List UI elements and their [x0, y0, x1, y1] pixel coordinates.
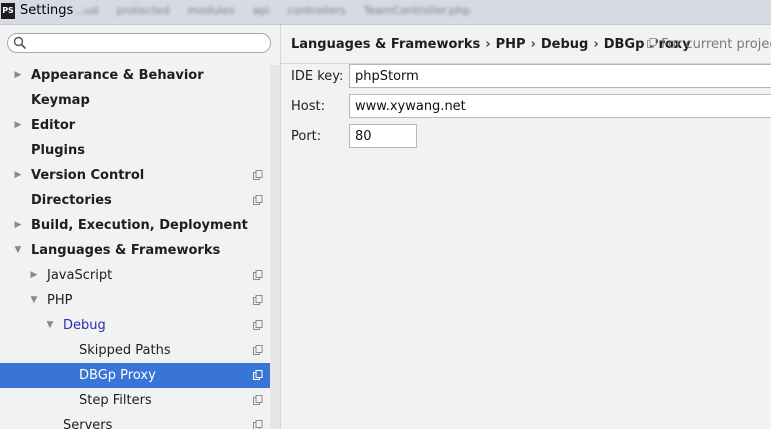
sidebar-item-label: Build, Execution, Deployment: [31, 218, 248, 233]
search-input[interactable]: [30, 35, 270, 53]
sidebar-item-step-filters[interactable]: Step Filters: [0, 388, 280, 413]
breadcrumb-separator: ›: [485, 37, 491, 52]
sidebar-item-dbgp-proxy[interactable]: DBGp Proxy: [0, 363, 280, 388]
sidebar-item-label: Appearance & Behavior: [31, 68, 204, 83]
sidebar-item-editor[interactable]: ▶ Editor: [0, 113, 280, 138]
sidebar-item-label: Step Filters: [79, 393, 152, 408]
ide-key-field[interactable]: [349, 64, 771, 88]
project-scope-icon: [253, 170, 263, 180]
expand-right-icon[interactable]: ▶: [13, 163, 23, 188]
sidebar-item-label: Debug: [63, 318, 106, 333]
scope-note-text: For current project: [661, 37, 771, 52]
sidebar-scrollbar[interactable]: [270, 65, 280, 429]
breadcrumb-separator: ›: [530, 37, 536, 52]
sidebar-item-label: Editor: [31, 118, 76, 133]
breadcrumb-item: Debug: [540, 37, 589, 52]
sidebar-item-php[interactable]: ▼ PHP: [0, 288, 280, 313]
sidebar-item-label: JavaScript: [47, 268, 113, 283]
sidebar-item-label: Version Control: [31, 168, 145, 183]
sidebar-item-label: Keymap: [31, 93, 90, 108]
sidebar-item-keymap[interactable]: Keymap: [0, 88, 280, 113]
project-scope-icon: [647, 38, 657, 48]
search-icon: [13, 36, 27, 50]
background-tab[interactable]: TeamController.php: [360, 4, 475, 17]
project-scope-icon: [253, 370, 263, 380]
sidebar-item-servers[interactable]: Servers: [0, 413, 280, 429]
scope-note: For current project: [647, 37, 771, 52]
sidebar-item-build-execution-deployment[interactable]: ▶ Build, Execution, Deployment: [0, 213, 280, 238]
project-scope-icon: [253, 320, 263, 330]
sidebar-item-label: Skipped Paths: [79, 343, 171, 358]
port-field[interactable]: [349, 124, 417, 148]
sidebar-item-label: DBGp Proxy: [79, 368, 156, 383]
host-label: Host:: [291, 99, 325, 114]
port-label: Port:: [291, 129, 322, 144]
sidebar-item-skipped-paths[interactable]: Skipped Paths: [0, 338, 280, 363]
background-tab[interactable]: protected: [112, 4, 173, 17]
sidebar-item-label: Directories: [31, 193, 112, 208]
sidebar-item-plugins[interactable]: Plugins: [0, 138, 280, 163]
project-scope-icon: [253, 270, 263, 280]
background-tab[interactable]: controllers: [283, 4, 349, 17]
ide-key-label: IDE key:: [291, 69, 344, 84]
background-editor-tabs: ...ud protected modules api controllers TeamC…: [70, 4, 474, 17]
breadcrumb: Languages & Frameworks › PHP › Debug › DBGp Pr…: [291, 37, 691, 52]
project-scope-icon: [253, 295, 263, 305]
title-bar: PS Settings ...ud protected modules api cont…: [0, 0, 771, 25]
breadcrumb-item: PHP: [495, 37, 526, 52]
sidebar-item-appearance-behavior[interactable]: ▶ Appearance & Behavior: [0, 63, 280, 88]
expand-right-icon[interactable]: ▶: [13, 213, 23, 238]
expand-down-icon[interactable]: ▼: [13, 238, 23, 263]
expand-down-icon[interactable]: ▼: [29, 288, 39, 313]
expand-down-icon[interactable]: ▼: [45, 313, 55, 338]
project-scope-icon: [253, 395, 263, 405]
background-tab[interactable]: api: [249, 4, 274, 17]
project-scope-icon: [253, 345, 263, 355]
sidebar-item-version-control[interactable]: ▶ Version Control: [0, 163, 280, 188]
sidebar-item-debug[interactable]: ▼ Debug: [0, 313, 280, 338]
breadcrumb-item: Languages & Frameworks: [291, 37, 481, 52]
expand-right-icon[interactable]: ▶: [13, 63, 23, 88]
sidebar-item-label: Servers: [63, 418, 113, 429]
sidebar-item-directories[interactable]: Directories: [0, 188, 280, 213]
window-title: Settings: [20, 3, 74, 18]
background-tab[interactable]: ...ud: [70, 4, 102, 17]
project-scope-icon: [253, 420, 263, 429]
phpstorm-logo-icon: PS: [1, 3, 15, 19]
sidebar-item-languages-frameworks[interactable]: ▼ Languages & Frameworks: [0, 238, 280, 263]
sidebar-item-label: Languages & Frameworks: [31, 243, 221, 258]
background-tab[interactable]: modules: [184, 4, 239, 17]
expand-right-icon[interactable]: ▶: [29, 263, 39, 288]
settings-content: Languages & Frameworks › PHP › Debug › DBGp Pr…: [281, 25, 771, 429]
search-box[interactable]: [7, 33, 271, 53]
sidebar-item-javascript[interactable]: ▶ JavaScript: [0, 263, 280, 288]
sidebar-item-label: Plugins: [31, 143, 85, 158]
expand-right-icon[interactable]: ▶: [13, 113, 23, 138]
project-scope-icon: [253, 195, 263, 205]
breadcrumb-separator: ›: [593, 37, 599, 52]
host-field[interactable]: [349, 94, 771, 118]
settings-sidebar: ▶ Appearance & Behavior Keymap ▶ Editor Plugi…: [0, 25, 281, 429]
sidebar-item-label: PHP: [47, 293, 73, 308]
